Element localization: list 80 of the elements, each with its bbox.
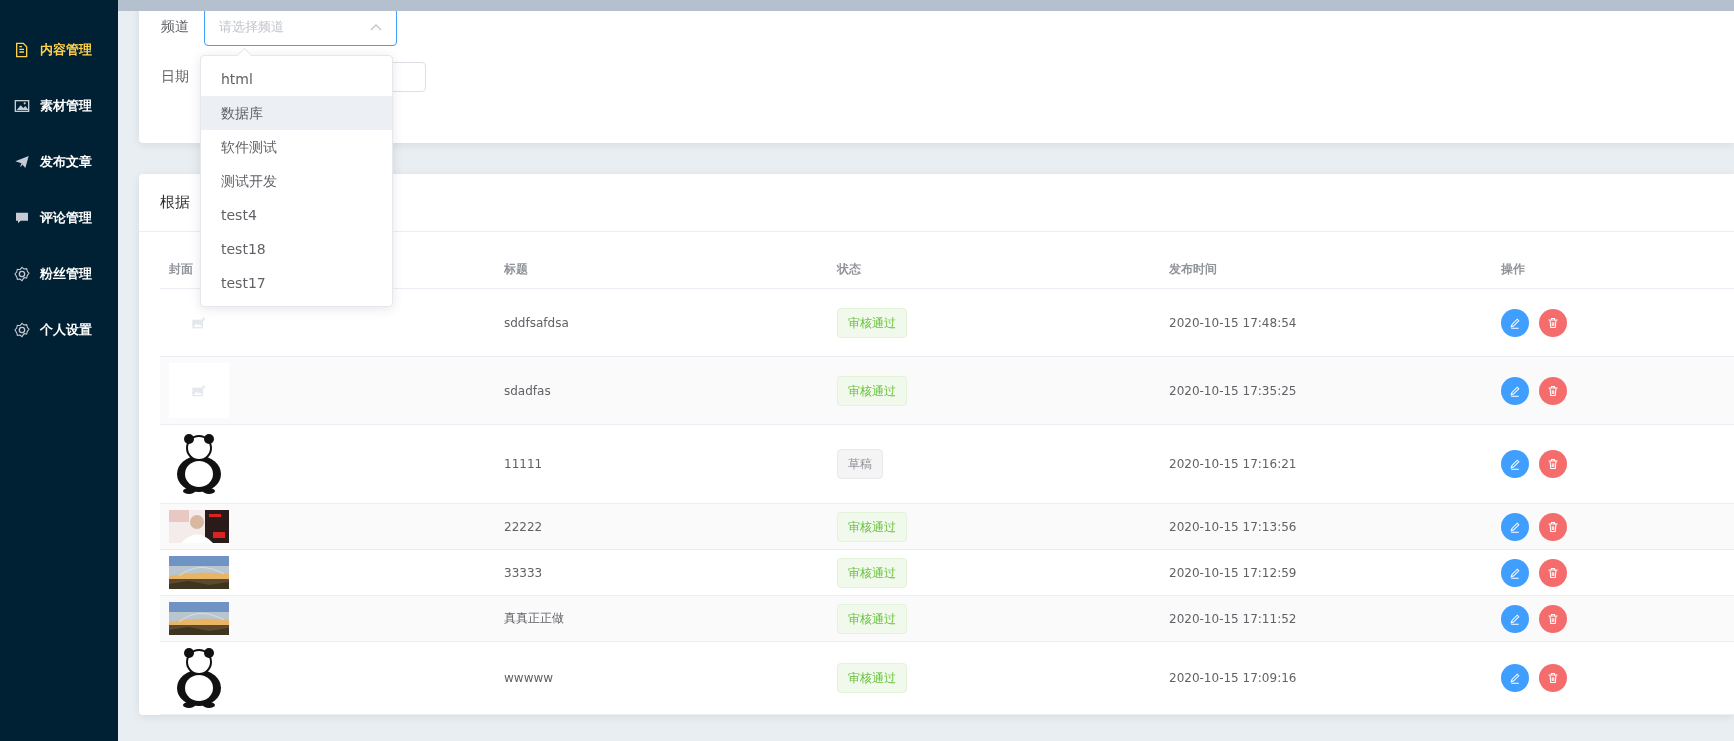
pencil-icon — [1509, 520, 1521, 533]
settings-icon — [14, 266, 30, 282]
edit-button[interactable] — [1501, 376, 1529, 405]
pencil-icon — [1509, 566, 1521, 579]
edit-button[interactable] — [1501, 308, 1529, 337]
dropdown-option[interactable]: test17 — [201, 266, 392, 300]
table-cell: 2020-10-15 17:11:52 — [1169, 611, 1297, 626]
delete-button[interactable] — [1539, 376, 1567, 405]
trash-icon — [1547, 672, 1559, 684]
trash-icon — [1547, 520, 1559, 533]
table-cell: 11111 — [504, 457, 543, 471]
table-cell: 2020-10-15 17:35:25 — [1169, 383, 1297, 398]
table-cell: 33333 — [504, 565, 543, 580]
dropdown-option[interactable]: html — [201, 62, 392, 96]
trash-icon — [1547, 612, 1559, 625]
column-header: 状态 — [837, 260, 861, 278]
pencil-icon — [1509, 384, 1521, 397]
column-header: 封面 — [169, 260, 193, 278]
status-tag: 审核通过 — [837, 307, 907, 338]
card-title: 根据 — [160, 193, 190, 212]
dropdown-option[interactable]: 数据库 — [201, 96, 392, 130]
edit-button[interactable] — [1501, 604, 1529, 633]
delete-button[interactable] — [1539, 512, 1567, 541]
sidebar-item[interactable]: 个人设置 — [0, 302, 118, 358]
delete-button[interactable] — [1539, 558, 1567, 587]
table-cell: 2020-10-15 17:13:56 — [1169, 519, 1297, 534]
status-tag: 审核通过 — [837, 603, 907, 634]
sidebar-item[interactable]: 评论管理 — [0, 190, 118, 246]
dropdown-option[interactable]: 测试开发 — [201, 164, 392, 198]
dropdown-option[interactable]: test4 — [201, 198, 392, 232]
column-header: 标题 — [504, 260, 528, 278]
settings-icon — [14, 322, 30, 338]
trash-icon — [1547, 384, 1559, 397]
trash-icon — [1547, 316, 1559, 329]
image-icon — [191, 382, 207, 399]
document-icon — [14, 42, 30, 58]
edit-button[interactable] — [1501, 512, 1529, 541]
chevron-up-icon — [370, 23, 382, 31]
column-header: 操作 — [1501, 260, 1525, 278]
pencil-icon — [1509, 316, 1521, 329]
status-tag: 审核通过 — [837, 557, 907, 588]
edit-button[interactable] — [1501, 450, 1529, 478]
sidebar-item[interactable]: 粉丝管理 — [0, 246, 118, 302]
paper-plane-icon — [14, 154, 30, 170]
image-icon — [191, 314, 207, 331]
delete-button[interactable] — [1539, 308, 1567, 337]
image-icon — [14, 98, 30, 114]
table-cell: 22222 — [504, 519, 543, 534]
delete-button[interactable] — [1539, 664, 1567, 692]
pencil-icon — [1509, 612, 1521, 625]
comment-icon — [14, 210, 30, 226]
edit-button[interactable] — [1501, 664, 1529, 692]
table-cell: 2020-10-15 17:16:21 — [1169, 457, 1297, 471]
table-cell: 2020-10-15 17:12:59 — [1169, 565, 1297, 580]
dropdown-option[interactable]: 软件测试 — [201, 130, 392, 164]
pencil-icon — [1509, 458, 1521, 470]
form-label: 频道 — [161, 18, 186, 36]
status-tag: 审核通过 — [837, 511, 907, 542]
placeholder-text: 请选择频道 — [219, 18, 284, 36]
table-cell: 真真正正做 — [504, 610, 564, 627]
sidebar-item[interactable]: 素材管理 — [0, 78, 118, 134]
table-cell: 2020-10-15 17:48:54 — [1169, 315, 1297, 330]
delete-button[interactable] — [1539, 604, 1567, 633]
status-tag: 草稿 — [837, 449, 883, 479]
trash-icon — [1547, 566, 1559, 579]
pencil-icon — [1509, 672, 1521, 684]
table-cell: 2020-10-15 17:09:16 — [1169, 671, 1297, 685]
table-cell: wwwww — [504, 671, 554, 685]
sidebar-item[interactable]: 发布文章 — [0, 134, 118, 190]
edit-button[interactable] — [1501, 558, 1529, 587]
form-label: 日期 — [161, 68, 186, 86]
table-cell: sdadfas — [504, 383, 551, 398]
delete-button[interactable] — [1539, 450, 1567, 478]
column-header: 发布时间 — [1169, 260, 1217, 278]
dropdown-option[interactable]: test18 — [201, 232, 392, 266]
sidebar-item[interactable]: 内容管理 — [0, 22, 118, 78]
table-cell: sddfsafdsa — [504, 315, 569, 330]
status-tag: 审核通过 — [837, 375, 907, 406]
trash-icon — [1547, 458, 1559, 470]
status-tag: 审核通过 — [837, 663, 907, 693]
